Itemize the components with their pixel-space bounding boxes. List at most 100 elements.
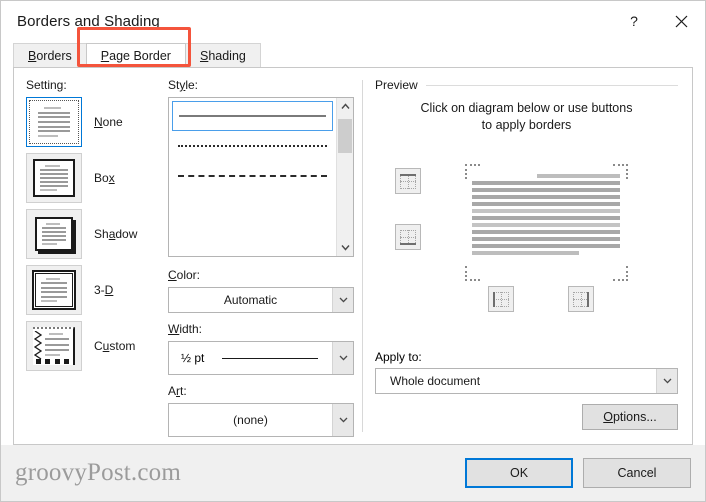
tab-shading[interactable]: Shading [184,43,261,67]
left-border-icon [493,291,509,307]
apply-to-label: Apply to: [375,350,422,364]
tab-borders[interactable]: Borders [13,43,87,67]
setting-label: Setting: [26,78,67,92]
scroll-up-icon[interactable] [337,98,354,115]
width-line-sample-icon [222,357,318,359]
tab-shading-accel: S [199,48,209,63]
top-border-icon [400,173,416,189]
apply-to-dropdown[interactable]: Whole document [375,368,678,394]
chevron-down-icon-width[interactable] [332,342,353,374]
apply-to-value: Whole document [390,374,481,388]
setting-column: Setting: None Box Shadow 3-D Custom [14,68,162,444]
cancel-button[interactable]: Cancel [583,458,691,488]
preview-line [537,174,620,178]
style-scrollbar[interactable] [336,98,353,256]
art-dropdown[interactable]: (none) [168,403,354,437]
tab-page-border-accel: P [100,48,110,63]
preview-line [472,181,620,185]
scrollbar-thumb[interactable] [338,119,352,153]
color-label: Color: [168,268,201,282]
threed-accel: D [104,283,114,297]
preview-diagram[interactable] [375,146,678,346]
preview-line [472,237,620,241]
chevron-down-icon-color[interactable] [332,288,353,312]
style-item-dash-dot[interactable] [172,221,333,251]
right-border-toggle-button[interactable] [568,286,594,312]
tab-shading-label-rest: hading [208,48,246,63]
zigzag-icon [34,331,42,360]
dialog-title: Borders and Shading [17,12,160,30]
style-item-solid[interactable] [172,101,333,131]
threed-thumb-icon [32,270,76,310]
dashed-small-line-icon [178,175,327,177]
top-border-toggle-button[interactable] [395,168,421,194]
width-value: ½ pt [181,351,205,365]
style-item-dotted[interactable] [172,131,333,161]
box-accel: x [108,171,115,185]
setting-label-none: None [94,115,123,129]
setting-option-3d[interactable]: 3-D [26,265,162,315]
title-bar: Borders and Shading ? [1,1,705,41]
watermark: groovyPost.com [15,459,181,486]
preview-line [472,251,579,255]
width-dropdown[interactable]: ½ pt [168,341,354,375]
preview-hint-line1: Click on diagram below or use buttons [420,101,633,115]
tab-page-border[interactable]: Page Border [85,43,186,67]
setting-label-custom: Custom [94,339,136,353]
custom-thumb-icon [33,327,75,365]
setting-option-none[interactable]: None [26,97,162,147]
setting-option-custom[interactable]: Custom [26,321,162,371]
art-value: (none) [233,413,268,427]
borders-and-shading-dialog: Borders and Shading ? Borders Page Borde… [0,0,706,502]
none-accel: N [94,115,103,129]
solid-line-icon [179,115,326,117]
close-icon[interactable] [657,1,705,41]
preview-hint: Click on diagram below or use buttons to… [375,100,678,134]
left-border-toggle-button[interactable] [488,286,514,312]
title-bar-buttons: ? [611,1,705,41]
shadow-accel: a [108,227,116,241]
preview-line [472,209,620,213]
close-glyph [675,15,687,27]
ok-button[interactable]: OK [465,458,573,488]
scrollbar-track[interactable] [337,115,353,239]
style-label: Style: [168,78,199,92]
scroll-down-icon[interactable] [337,239,354,256]
dialog-footer: groovyPost.com OK Cancel [1,445,705,501]
bottom-border-toggle-button[interactable] [395,224,421,250]
dotted-line-icon [178,145,327,147]
width-label: Width: [168,322,203,336]
setting-option-shadow[interactable]: Shadow [26,209,162,259]
width-row: ½ pt [169,351,332,365]
options-row: Options... [375,404,678,430]
tab-strip: Borders Page Border Shading [1,27,705,67]
custom-blocks-icon [36,359,69,364]
help-icon[interactable]: ? [611,1,657,41]
style-item-dashed-small[interactable] [172,161,333,191]
options-label: Options... [603,410,657,424]
help-glyph: ? [630,13,638,29]
box-thumb-icon [33,159,75,197]
custom-accel: u [102,339,110,353]
chevron-down-icon-apply-to[interactable] [656,369,677,393]
setting-thumbnail-custom [26,321,82,371]
preview-rule [425,84,678,86]
preview-line [472,195,620,199]
preview-label: Preview [375,78,418,92]
footer-buttons: OK Cancel [465,458,691,488]
style-list [169,98,336,256]
color-dropdown[interactable]: Automatic [168,287,354,313]
style-listbox[interactable] [168,97,354,257]
style-column: Style: Color: Automatic Width: ½ pt Art:… [162,68,362,444]
preview-line [472,230,620,234]
setting-thumbnail-none [26,97,82,147]
setting-option-box[interactable]: Box [26,153,162,203]
setting-thumbnail-shadow [26,209,82,259]
setting-thumbnail-box [26,153,82,203]
right-border-icon [573,291,589,307]
style-item-dashed-large[interactable] [172,191,333,221]
options-button[interactable]: Options... [582,404,678,430]
tab-borders-accel: B [28,48,37,63]
chevron-down-icon-art[interactable] [332,404,353,436]
none-thumb-icon [33,103,75,141]
